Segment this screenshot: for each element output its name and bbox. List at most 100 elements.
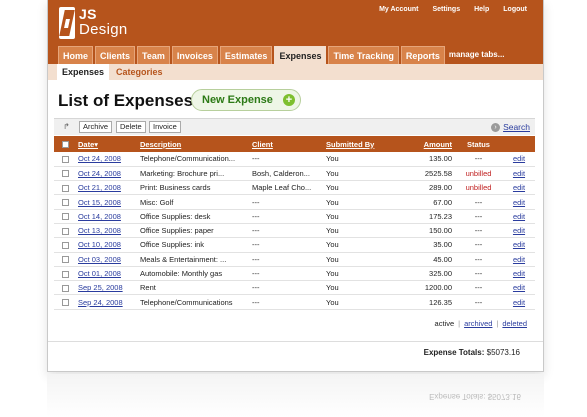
row-checkbox[interactable] (61, 155, 69, 163)
invoice-button[interactable]: Invoice (149, 121, 181, 133)
filter-active: active (434, 319, 455, 328)
window-reflection: Expense Totals: $5073.16 (47, 374, 544, 417)
edit-link[interactable]: edit (513, 183, 525, 192)
row-checkbox[interactable] (61, 299, 69, 307)
row-select-cell (54, 237, 76, 253)
row-checkbox[interactable] (61, 199, 69, 207)
date-link[interactable]: Oct 13, 2008 (78, 226, 121, 235)
edit-link[interactable]: edit (513, 255, 525, 264)
search-control[interactable]: › Search (491, 122, 530, 132)
row-checkbox[interactable] (61, 170, 69, 178)
table-row[interactable]: Oct 01, 2008 Automobile: Monthly gas --- Yo… (54, 266, 535, 282)
delete-button[interactable]: Delete (116, 121, 146, 133)
edit-cell: edit (503, 266, 535, 282)
column-header-status: Status (454, 136, 503, 152)
column-header-submitted-by[interactable]: Submitted By (324, 136, 398, 152)
table-row[interactable]: Oct 10, 2008 Office Supplies: ink --- You 35… (54, 237, 535, 253)
status-cell: --- (454, 252, 503, 267)
table-row[interactable]: Oct 24, 2008 Telephone/Communication... --… (54, 152, 535, 167)
search-link[interactable]: Search (503, 122, 530, 132)
amount-cell: 1200.00 (398, 280, 454, 296)
tab-expenses[interactable]: Expenses (274, 46, 327, 64)
table-row[interactable]: Oct 13, 2008 Office Supplies: paper --- You… (54, 223, 535, 239)
date-link[interactable]: Oct 14, 2008 (78, 212, 121, 221)
tab-invoices[interactable]: Invoices (171, 46, 218, 64)
submitted-by-cell: You (324, 209, 398, 224)
column-header-description[interactable]: Description (138, 136, 250, 152)
edit-link[interactable]: edit (513, 226, 525, 235)
row-checkbox[interactable] (61, 227, 69, 235)
edit-cell: edit (503, 166, 535, 182)
filter-deleted-link[interactable]: deleted (502, 319, 527, 328)
row-checkbox[interactable] (61, 284, 69, 292)
edit-link[interactable]: edit (513, 283, 525, 292)
row-checkbox[interactable] (61, 184, 69, 192)
table-row[interactable]: Oct 24, 2008 Marketing: Brochure pri... Bo… (54, 166, 535, 182)
table-row[interactable]: Oct 15, 2008 Misc: Golf --- You 67.00 --- edit (54, 194, 535, 210)
row-select-cell (54, 266, 76, 282)
date-link[interactable]: Oct 03, 2008 (78, 255, 121, 264)
amount-cell: 325.00 (398, 266, 454, 282)
row-checkbox[interactable] (61, 241, 69, 249)
date-link[interactable]: Oct 10, 2008 (78, 240, 121, 249)
row-checkbox[interactable] (61, 213, 69, 221)
row-select-cell (54, 152, 76, 167)
new-expense-button[interactable]: New Expense + (191, 89, 301, 111)
description-cell: Telephone/Communications (138, 294, 250, 310)
tab-home[interactable]: Home (58, 46, 94, 64)
edit-link[interactable]: edit (513, 212, 525, 221)
table-row[interactable]: Sep 25, 2008 Rent --- You 1200.00 --- edit (54, 280, 535, 296)
table-row[interactable]: Oct 03, 2008 Meals & Entertainment: ... --… (54, 252, 535, 267)
row-checkbox[interactable] (61, 270, 69, 278)
date-link[interactable]: Oct 01, 2008 (78, 269, 121, 278)
edit-cell: edit (503, 237, 535, 253)
date-link[interactable]: Oct 24, 2008 (78, 154, 121, 163)
date-cell: Oct 14, 2008 (76, 209, 138, 224)
description-cell: Office Supplies: paper (138, 223, 250, 239)
my-account-link[interactable]: My Account (379, 6, 418, 13)
tab-estimates[interactable]: Estimates (219, 46, 273, 64)
date-link[interactable]: Sep 24, 2008 (78, 298, 123, 307)
row-checkbox[interactable] (61, 256, 69, 264)
amount-cell: 135.00 (398, 152, 454, 167)
subtab-expenses[interactable]: Expenses (57, 64, 110, 80)
date-link[interactable]: Sep 25, 2008 (78, 283, 123, 292)
select-all-checkbox[interactable] (61, 141, 69, 149)
column-header-amount[interactable]: Amount (398, 136, 454, 152)
tab-reports[interactable]: Reports (400, 46, 445, 64)
tab-clients[interactable]: Clients (95, 46, 136, 64)
column-header-date[interactable]: Date▾ (76, 136, 138, 152)
date-link[interactable]: Oct 21, 2008 (78, 183, 121, 192)
table-row[interactable]: Oct 14, 2008 Office Supplies: desk --- You 1… (54, 209, 535, 224)
table-row[interactable]: Oct 21, 2008 Print: Business cards Maple L… (54, 180, 535, 196)
edit-link[interactable]: edit (513, 154, 525, 163)
edit-cell: edit (503, 280, 535, 296)
date-link[interactable]: Oct 15, 2008 (78, 198, 121, 207)
app-window: JS Design My Account Settings Help Logou… (47, 0, 544, 372)
help-link[interactable]: Help (474, 6, 489, 13)
logo[interactable]: JS Design (59, 7, 128, 41)
edit-link[interactable]: edit (513, 298, 525, 307)
select-all-cell (54, 136, 76, 152)
edit-link[interactable]: edit (513, 198, 525, 207)
manage-tabs-link[interactable]: manage tabs... (449, 46, 505, 64)
expenses-table-body: Oct 24, 2008 Telephone/Communication... --… (54, 152, 535, 310)
filter-archived-link[interactable]: archived (464, 319, 492, 328)
table-row[interactable]: Sep 24, 2008 Telephone/Communications --- Y… (54, 294, 535, 310)
subtab-categories[interactable]: Categories (116, 64, 163, 80)
amount-cell: 67.00 (398, 194, 454, 210)
logout-link[interactable]: Logout (503, 6, 527, 13)
edit-link[interactable]: edit (513, 169, 525, 178)
tab-time-tracking[interactable]: Time Tracking (328, 46, 399, 64)
tab-team[interactable]: Team (137, 46, 170, 64)
edit-link[interactable]: edit (513, 240, 525, 249)
status-cell: --- (454, 223, 503, 239)
edit-link[interactable]: edit (513, 269, 525, 278)
description-cell: Office Supplies: desk (138, 209, 250, 224)
edit-cell: edit (503, 152, 535, 167)
archive-button[interactable]: Archive (79, 121, 113, 133)
edit-cell: edit (503, 209, 535, 224)
date-link[interactable]: Oct 24, 2008 (78, 169, 121, 178)
settings-link[interactable]: Settings (432, 6, 460, 13)
column-header-client[interactable]: Client (250, 136, 324, 152)
